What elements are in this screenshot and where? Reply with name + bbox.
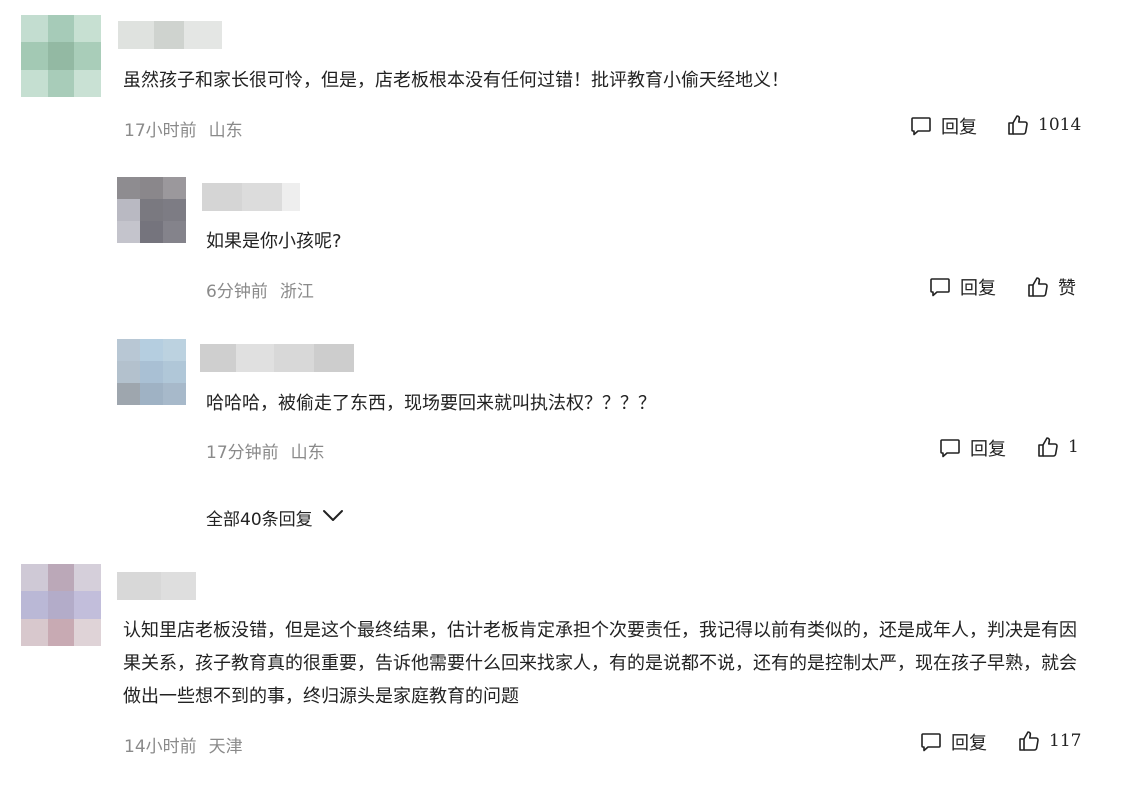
comment-bubble-icon (928, 275, 952, 299)
reply-label: 回复 (970, 439, 1006, 460)
timestamp: 14小时前 (124, 737, 197, 757)
comment-2: 认知里店老板没错，但是这个最终结果，估计老板肯定承担个次要责任，我记得以前有类似… (0, 560, 1131, 786)
timestamp: 17分钟前 (206, 443, 279, 463)
like-button[interactable]: 1014 (1006, 113, 1081, 137)
show-all-replies-button[interactable]: 全部40条回复 (206, 505, 345, 530)
comment-bubble-icon (938, 436, 962, 460)
like-count: 117 (1049, 731, 1082, 751)
username-blurred[interactable] (202, 183, 300, 211)
location: 山东 (208, 121, 243, 141)
timestamp: 17小时前 (124, 121, 197, 141)
comment-text: 虽然孩子和家长很可怜，但是，店老板根本没有任何过错！批评教育小偷天经地义！ (123, 70, 789, 91)
chevron-down-icon (313, 507, 345, 528)
comment-meta: 17分钟前 山东 (206, 438, 325, 463)
username-blurred[interactable] (117, 572, 196, 600)
location: 山东 (290, 443, 325, 463)
avatar[interactable] (117, 177, 186, 243)
like-count: 1 (1068, 437, 1079, 457)
comment-meta: 17小时前 山东 (124, 116, 243, 141)
like-label: 赞 (1058, 278, 1076, 299)
location: 浙江 (279, 282, 314, 302)
thumbs-up-icon (1026, 275, 1050, 299)
show-all-replies-label: 全部40条回复 (206, 510, 313, 530)
comment-text: 哈哈哈，被偷走了东西，现场要回来就叫执法权？？？？ (206, 393, 656, 414)
timestamp: 6分钟前 (206, 282, 268, 302)
comment-text: 如果是你小孩呢? (206, 231, 342, 252)
reply-button[interactable]: 回复 (919, 729, 987, 755)
reply-1: 如果是你小孩呢? 6分钟前 浙江 回复 赞 (0, 170, 1131, 310)
reply-button[interactable]: 回复 (928, 274, 996, 300)
username-blurred[interactable] (200, 344, 354, 372)
reply-2: 哈哈哈，被偷走了东西，现场要回来就叫执法权？？？？ 17分钟前 山东 回复 1 (0, 332, 1131, 472)
avatar[interactable] (21, 15, 101, 97)
comment-bubble-icon (919, 730, 943, 754)
thumbs-up-icon (1017, 729, 1041, 753)
reply-label: 回复 (960, 278, 996, 299)
avatar[interactable] (117, 339, 186, 405)
reply-button[interactable]: 回复 (909, 113, 977, 139)
thumbs-up-icon (1036, 435, 1060, 459)
avatar[interactable] (21, 564, 101, 646)
comment-bubble-icon (909, 114, 933, 138)
comment-meta: 6分钟前 浙江 (206, 277, 314, 302)
like-button[interactable]: 117 (1017, 729, 1081, 753)
comment-meta: 14小时前 天津 (124, 732, 243, 757)
reply-label: 回复 (941, 117, 977, 138)
reply-button[interactable]: 回复 (938, 435, 1006, 461)
comment-text: 认知里店老板没错，但是这个最终结果，估计老板肯定承担个次要责任，我记得以前有类似… (123, 620, 1077, 707)
like-count: 1014 (1038, 115, 1082, 135)
reply-label: 回复 (951, 733, 987, 754)
like-button[interactable]: 1 (1036, 435, 1079, 459)
comment-1: 虽然孩子和家长很可怜，但是，店老板根本没有任何过错！批评教育小偷天经地义！ 17… (0, 0, 1131, 150)
thumbs-up-icon (1006, 113, 1030, 137)
username-blurred[interactable] (118, 21, 222, 49)
like-button[interactable]: 赞 (1026, 274, 1076, 300)
location: 天津 (208, 737, 243, 757)
